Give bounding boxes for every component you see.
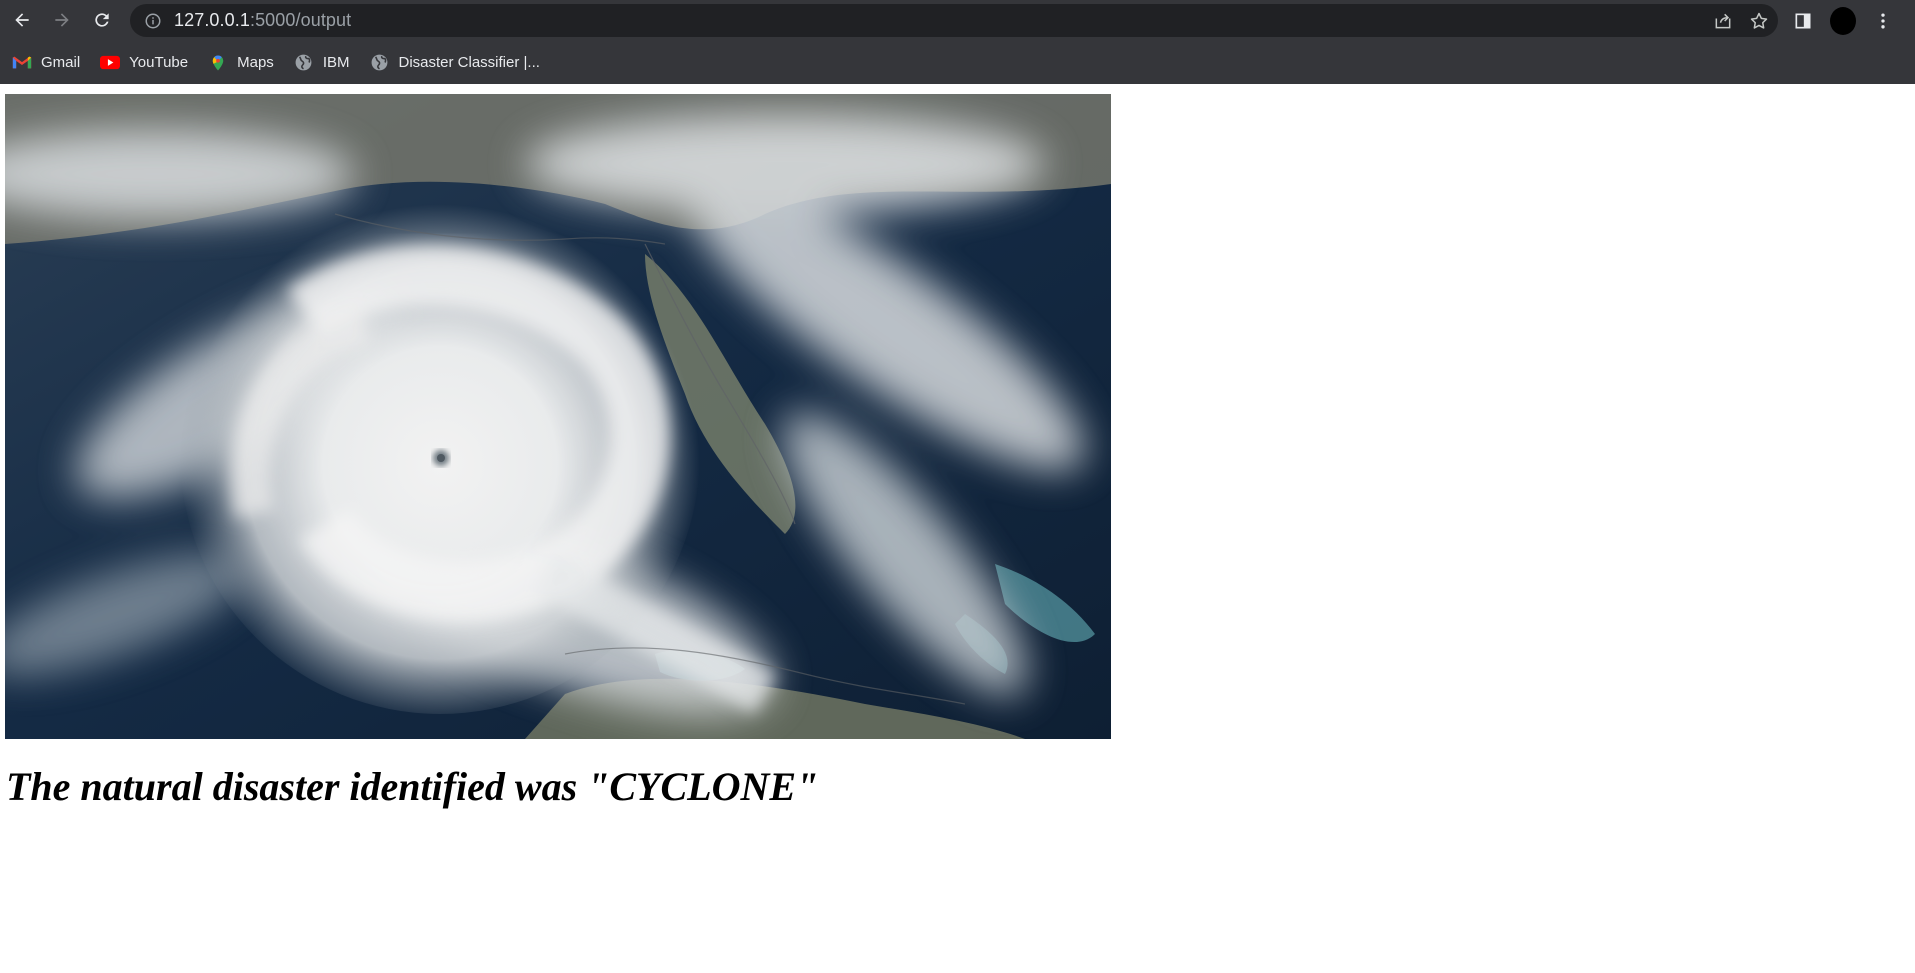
bookmark-ibm[interactable]: IBM bbox=[294, 53, 350, 73]
gmail-icon bbox=[12, 53, 32, 73]
profile-avatar[interactable] bbox=[1830, 6, 1856, 35]
bookmark-youtube[interactable]: YouTube bbox=[100, 53, 188, 73]
menu-kebab-icon[interactable] bbox=[1870, 8, 1896, 34]
bookmark-label: Gmail bbox=[41, 54, 81, 71]
back-button[interactable] bbox=[2, 0, 42, 40]
maps-icon bbox=[208, 53, 228, 73]
bookmarks-bar: Gmail YouTube Maps IBM Disaster Classifi… bbox=[0, 41, 1915, 84]
browser-toolbar: 127.0.0.1:5000/output bbox=[0, 0, 1915, 41]
bookmark-maps[interactable]: Maps bbox=[208, 53, 274, 73]
arrow-left-icon bbox=[15, 13, 29, 27]
arrow-right-icon bbox=[55, 13, 69, 27]
side-panel-icon[interactable] bbox=[1790, 8, 1816, 34]
globe-icon bbox=[294, 53, 314, 73]
reload-icon bbox=[95, 13, 109, 27]
reload-button[interactable] bbox=[82, 0, 122, 40]
result-heading: The natural disaster identified was "CYC… bbox=[6, 764, 819, 809]
bookmark-label: Maps bbox=[237, 54, 274, 71]
url-path: :5000/output bbox=[249, 10, 352, 30]
globe-icon bbox=[369, 53, 389, 73]
bookmark-label: Disaster Classifier |... bbox=[398, 54, 540, 71]
url-text[interactable]: 127.0.0.1:5000/output bbox=[174, 10, 351, 31]
bookmark-gmail[interactable]: Gmail bbox=[12, 53, 80, 73]
address-bar[interactable]: 127.0.0.1:5000/output bbox=[130, 4, 1778, 37]
bookmark-star-icon[interactable] bbox=[1748, 10, 1770, 32]
satellite-image bbox=[5, 94, 1111, 739]
youtube-icon bbox=[100, 53, 121, 73]
info-icon[interactable] bbox=[144, 12, 162, 30]
share-icon[interactable] bbox=[1712, 10, 1734, 32]
bookmark-disaster-classifier[interactable]: Disaster Classifier |... bbox=[369, 53, 540, 73]
forward-button[interactable] bbox=[42, 0, 82, 40]
bookmark-label: IBM bbox=[322, 54, 350, 71]
url-host: 127.0.0.1 bbox=[174, 10, 250, 30]
page-content: The natural disaster identified was "CYC… bbox=[0, 84, 1915, 973]
bookmark-label: YouTube bbox=[129, 54, 189, 71]
